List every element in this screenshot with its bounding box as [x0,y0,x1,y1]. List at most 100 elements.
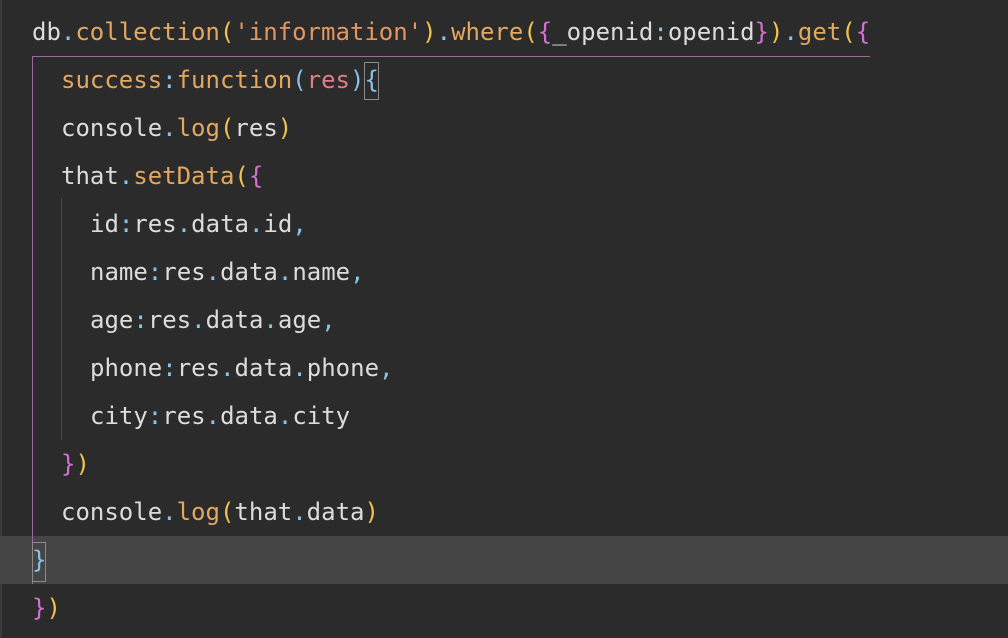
token-identifier: db [32,18,61,46]
token-identifier: res [162,402,206,430]
code-line-11[interactable]: console.log(that.data) [0,488,1008,536]
token-method: setData [133,162,235,190]
token-identifier: console [61,498,163,526]
token-identifier: openid [667,18,755,46]
code-editor[interactable]: db.collection('information').where({_ope… [0,0,1008,638]
token-keyword: function [176,66,293,94]
code-line-4[interactable]: that.setData({ [0,152,1008,200]
code-line-13[interactable]: }) [0,584,1008,632]
token-identifier: id [263,210,293,238]
code-line-10[interactable]: }) [0,440,1008,488]
token-dot: . [248,210,264,238]
code-line-5[interactable]: id:res.data.id, [0,200,1008,248]
token-key: name [90,258,148,286]
token-colon: : [147,402,163,430]
code-line-8[interactable]: phone:res.data.phone, [0,344,1008,392]
code-line-2[interactable]: success:function(res){ [0,56,1008,104]
token-dot: . [277,258,293,286]
token-identifier: res [176,354,221,382]
code-text: city:res.data.city [90,392,350,440]
token-paren: ( [219,114,235,142]
token-identifier: age [277,306,322,334]
token-brace: } [32,594,47,622]
token-dot: . [277,402,293,430]
token-identifier: res [147,306,192,334]
token-brace: { [248,162,264,190]
token-key: _openid [552,18,654,46]
token-dot: . [220,354,235,382]
matching-bracket-highlight [32,542,46,582]
token-dot: . [783,18,798,46]
token-paren: ( [523,18,538,46]
token-string: 'information' [234,18,423,46]
token-paren: ) [768,18,784,46]
token-key: success [61,66,163,94]
token-method: collection [75,18,220,46]
token-identifier: data [191,210,249,238]
token-identifier: data [205,306,264,334]
token-identifier: that [61,162,119,190]
code-line-1[interactable]: db.collection('information').where({_ope… [0,8,1008,56]
code-text: console.log(that.data) [61,488,379,536]
bracket-scope-left-guide [32,56,33,584]
token-paren: ) [277,114,293,142]
token-dot: . [292,354,307,382]
token-method: log [176,114,220,142]
code-text: db.collection('information').where({_ope… [32,8,870,56]
token-comma: , [379,354,394,382]
token-paren: ) [46,594,61,622]
token-brace: { [855,18,871,46]
token-identifier: res [162,258,206,286]
token-paren: ) [350,66,365,94]
code-line-7[interactable]: age:res.data.age, [0,296,1008,344]
code-text: age:res.data.age, [90,296,336,344]
token-identifier: res [234,114,278,142]
token-paren: ( [219,18,235,46]
token-dot: . [205,402,221,430]
token-identifier: data [306,498,365,526]
token-identifier: res [133,210,177,238]
token-method: log [176,498,220,526]
token-brace: } [754,18,769,46]
token-colon: : [118,210,134,238]
token-identifier: city [292,402,351,430]
code-line-3[interactable]: console.log(res) [0,104,1008,152]
token-paren: ) [422,18,437,46]
token-paren: ) [364,498,379,526]
token-method: where [451,18,524,46]
token-dot: . [191,306,206,334]
token-dot: . [60,18,76,46]
token-dot: . [205,258,221,286]
indent-guide [61,198,62,440]
bracket-scope-top-guide [32,56,870,57]
code-line-9[interactable]: city:res.data.city [0,392,1008,440]
token-identifier: console [61,114,163,142]
token-dot: . [176,210,192,238]
code-line-6[interactable]: name:res.data.name, [0,248,1008,296]
token-dot: . [436,18,452,46]
code-text: name:res.data.name, [90,248,365,296]
token-comma: , [350,258,365,286]
code-text: phone:res.data.phone, [90,344,393,392]
token-dot: . [162,114,177,142]
token-parameter: res [306,66,351,94]
code-line-12-current[interactable]: } [0,536,1008,584]
token-key: age [90,306,134,334]
code-text: that.setData({ [61,152,263,200]
token-paren: ( [234,162,249,190]
token-key: phone [90,354,163,382]
token-identifier: phone [306,354,380,382]
code-text: console.log(res) [61,104,292,152]
token-brace: { [537,18,553,46]
token-paren: ( [219,498,235,526]
token-dot: . [292,498,307,526]
token-colon: : [162,66,177,94]
token-identifier: data [220,258,278,286]
token-paren: ( [841,18,856,46]
token-paren: ) [75,450,90,478]
code-text: success:function(res){ [61,56,379,104]
token-dot: . [118,162,134,190]
token-colon: : [162,354,177,382]
token-identifier: name [292,258,351,286]
token-dot: . [263,306,278,334]
